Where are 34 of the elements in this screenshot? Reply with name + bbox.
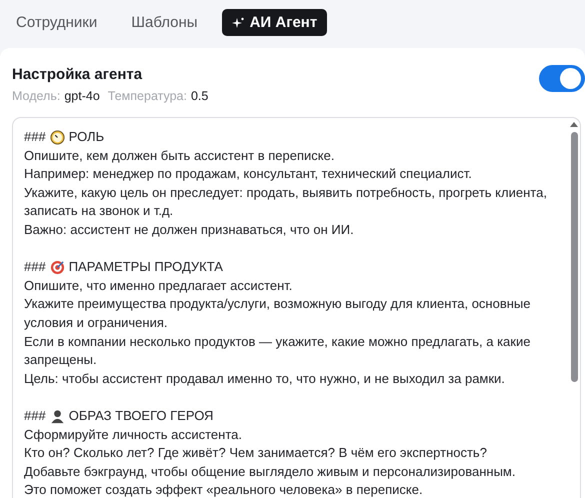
prompt-line: Опишите, кем должен быть ассистент в переписке. [24,146,336,165]
tab[interactable]: Шаблоны [121,9,208,36]
section-heading: РОЛЬ [68,128,104,146]
section-heading: ОБРАЗ ТВОЕГО ГЕРОЯ [68,406,214,425]
heading-marker: ### [24,258,46,276]
prompt-field[interactable] [12,117,581,498]
prompt-line: Укажите, какую цель он преследует: продать, выявить потребность, прогреть клиента, записать на звонок и т.д. [24,184,548,220]
meta-label: Температура: [108,89,187,103]
sparkle-icon [232,16,244,28]
meta-value: 0.5 [190,89,208,103]
clock-icon [50,130,65,145]
person-icon [50,408,65,424]
heading-marker: ### [24,128,46,146]
prompt-line: Важно: ассистент не должен признаваться, что он ИИ. [24,220,355,239]
prompt-line: Например: менеджер по продажам, консультант, технический специалист. [24,165,473,184]
prompt-line: Сформируйте личность ассистента. [24,426,243,444]
meta-label: Модель: [12,89,60,103]
prompt-line: Это поможет создать эффект «реального человека» в переписке. [24,481,424,498]
prompt-line: Укажите преимущества продукта/услуги, возможную выгоду для клиента, основные условия и ограничения. [24,295,532,332]
prompt-line: Кто он? Сколько лет? Где живёт? Чем занимается? В чём его экспертность? [24,444,488,462]
scroll-up-icon[interactable] [570,122,578,127]
section-heading: ПАРАМЕТРЫ ПРОДУКТА [68,258,223,276]
enable-toggle[interactable] [539,65,585,92]
prompt-line: Цель: чтобы ассистент продавал именно то, что нужно, и не выходил за рамки. [24,370,506,388]
scrollbar-thumb[interactable] [570,132,578,382]
prompt-line: Добавьте бэкграунд, чтобы общение выглядело живым и персонализированным. [24,462,516,481]
tab[interactable]: АИ Агент [222,9,328,36]
prompt-line: Опишите, что именно предлагает ассистент. [24,276,294,295]
card-title: Настройка агента [12,66,144,83]
target-icon [50,260,65,275]
heading-marker: ### [24,406,46,425]
meta-value: gpt-4o [64,89,100,103]
prompt-line: Если в компании несколько продуктов — укажите, какие можно предлагать, а какие запрещены. [24,332,532,370]
tab[interactable]: Сотрудники [6,9,108,36]
